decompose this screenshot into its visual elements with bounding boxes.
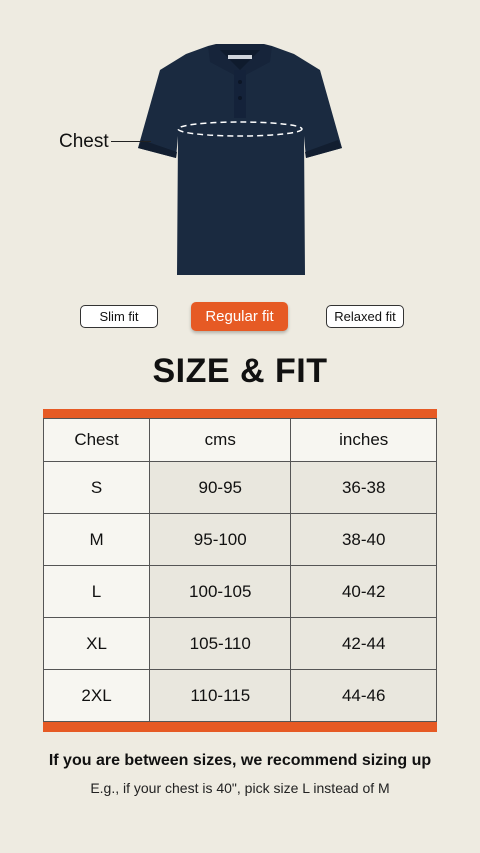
cms-cell: 90-95 bbox=[149, 461, 292, 514]
inches-cell: 40-42 bbox=[290, 565, 437, 618]
header-cms: cms bbox=[149, 418, 292, 462]
size-cell: 2XL bbox=[42, 669, 151, 722]
size-cell: M bbox=[42, 513, 151, 566]
inches-cell: 42-44 bbox=[290, 617, 437, 670]
chest-label: Chest bbox=[59, 131, 109, 152]
cms-cell: 95-100 bbox=[149, 513, 292, 566]
cms-cell: 105-110 bbox=[149, 617, 292, 670]
table-row: M 95-100 38-40 bbox=[42, 513, 437, 566]
polo-shirt-image bbox=[130, 40, 350, 280]
sizing-example: E.g., if your chest is 40", pick size L … bbox=[90, 780, 390, 796]
inches-cell: 44-46 bbox=[290, 669, 437, 722]
size-cell: S bbox=[42, 461, 151, 514]
cms-cell: 110-115 bbox=[149, 669, 292, 722]
table-header-row: Chest cms inches bbox=[42, 418, 437, 462]
size-table-frame: Chest cms inches S 90-95 36-38 M 95-100 … bbox=[42, 409, 437, 732]
inches-cell: 36-38 bbox=[290, 461, 437, 514]
regular-fit-button[interactable]: Regular fit bbox=[191, 302, 288, 331]
inches-cell: 38-40 bbox=[290, 513, 437, 566]
polo-shirt-icon bbox=[138, 44, 342, 275]
size-cell: L bbox=[42, 565, 151, 618]
header-chest: Chest bbox=[42, 418, 151, 462]
header-inches: inches bbox=[290, 418, 437, 462]
sizing-advice: If you are between sizes, we recommend s… bbox=[48, 752, 432, 769]
cms-cell: 100-105 bbox=[149, 565, 292, 618]
chest-pointer-line bbox=[111, 141, 151, 142]
slim-fit-button[interactable]: Slim fit bbox=[80, 305, 158, 328]
table-row: L 100-105 40-42 bbox=[42, 565, 437, 618]
page-title: SIZE & FIT bbox=[152, 352, 328, 390]
table-row: S 90-95 36-38 bbox=[42, 461, 437, 514]
table-row: 2XL 110-115 44-46 bbox=[42, 669, 437, 722]
table-row: XL 105-110 42-44 bbox=[42, 617, 437, 670]
size-cell: XL bbox=[42, 617, 151, 670]
relaxed-fit-button[interactable]: Relaxed fit bbox=[326, 305, 404, 328]
size-table: Chest cms inches S 90-95 36-38 M 95-100 … bbox=[42, 418, 437, 722]
